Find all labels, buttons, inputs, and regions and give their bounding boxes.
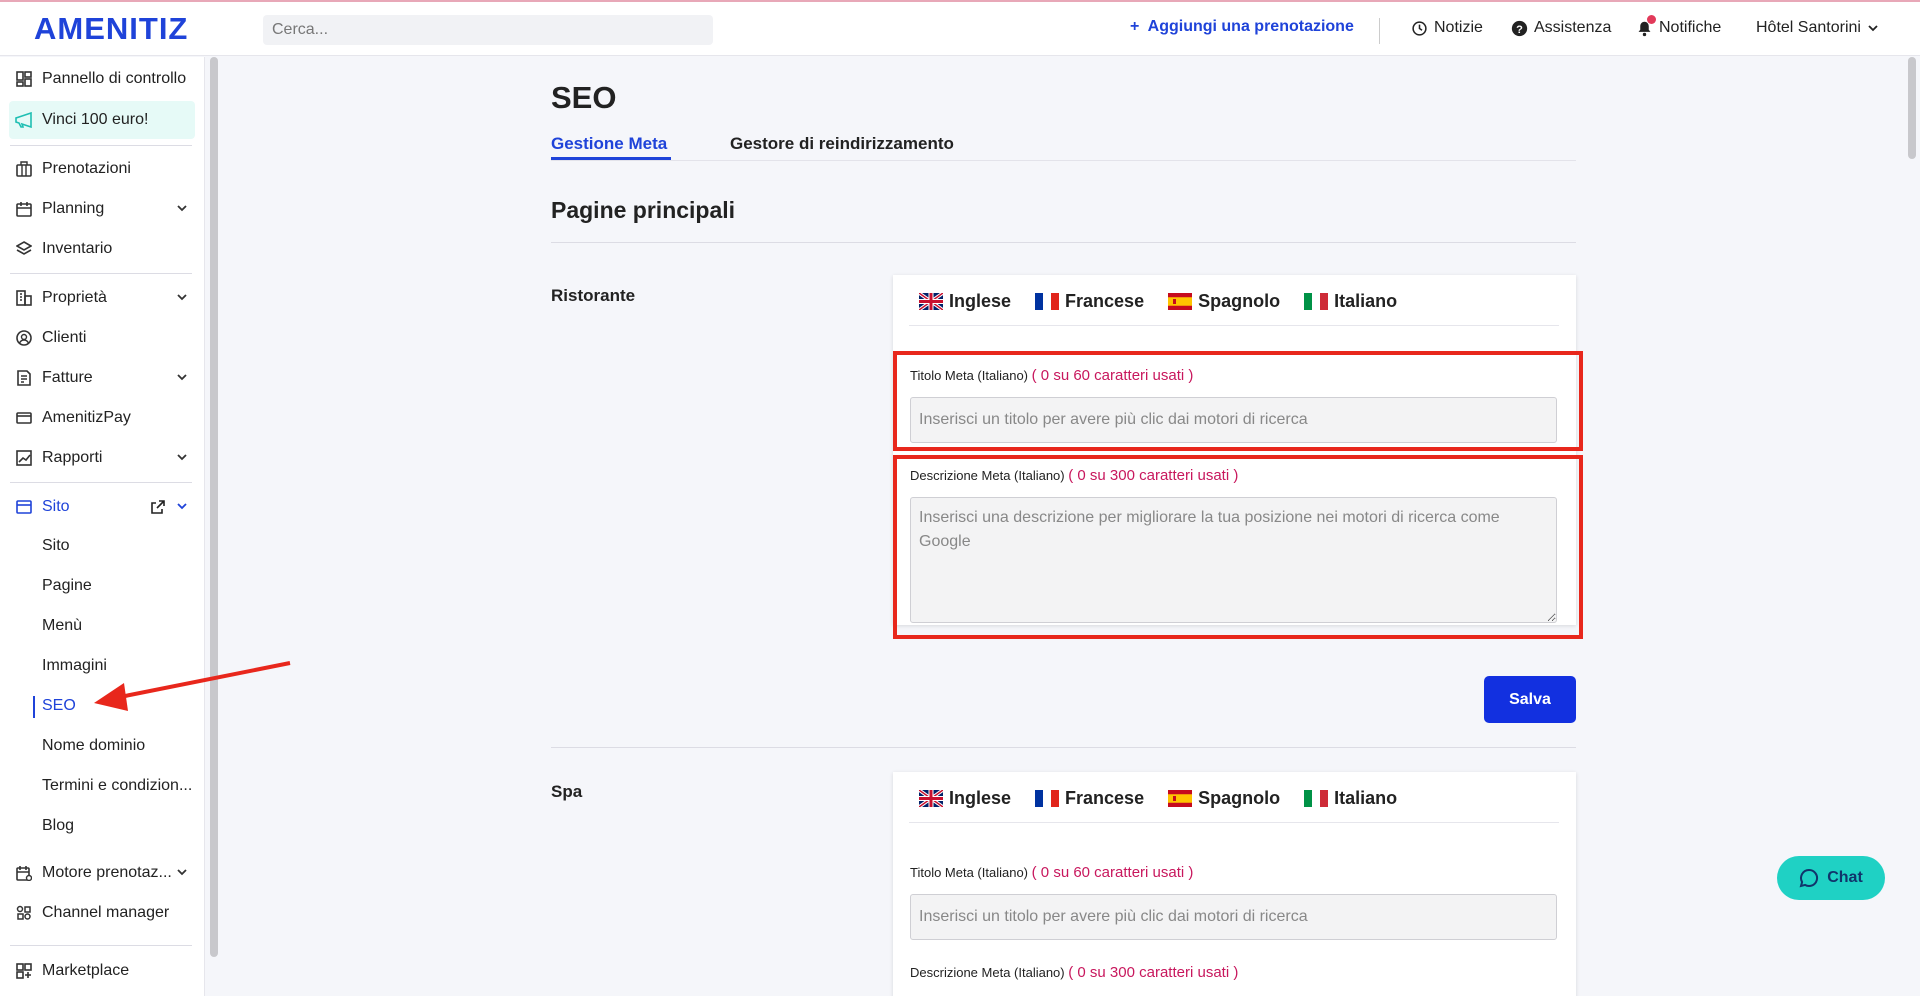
search-input[interactable] [263,15,713,45]
notification-badge [1647,15,1656,24]
italy-flag-icon [1304,293,1329,310]
question-circle-icon: ? [1511,20,1528,36]
booking-engine-icon [14,863,34,883]
tab-meta-management[interactable]: Gestione Meta [551,134,667,154]
header-divider [1379,18,1380,44]
france-flag-icon [1035,790,1060,807]
spain-flag-icon [1168,790,1193,807]
page-scrollbar[interactable] [1908,57,1916,159]
meta-title-counter: ( 0 su 60 caratteri usati ) [1031,864,1194,881]
meta-description-counter: ( 0 su 300 caratteri usati ) [1068,964,1239,981]
spain-flag-icon [1168,293,1193,310]
uk-flag-icon [919,293,943,310]
meta-card-spa: Inglese Francese Spagnolo Italiano Titol… [893,772,1576,996]
tab-lang-italian[interactable]: Italiano [1304,291,1397,312]
tab-lang-spanish[interactable]: Spagnolo [1168,291,1280,312]
svg-text:?: ? [1516,23,1523,35]
language-tabs: Inglese Francese Spagnolo Italiano [919,291,1397,312]
annotation-arrow [94,661,291,711]
sidebar-item-channel-manager[interactable]: Channel manager [14,897,192,929]
hotel-selector[interactable]: Hôtel Santorini [1756,19,1879,37]
tabs-divider [551,160,1576,161]
sidebar-sub-blog[interactable]: Blog [42,817,74,835]
page-title: SEO [551,80,617,115]
language-tabs: Inglese Francese Spagnolo Italiano [919,788,1397,809]
tab-lang-english[interactable]: Inglese [919,291,1011,312]
sidebar-sub-domain[interactable]: Nome dominio [42,737,145,755]
row-divider [551,747,1576,748]
tab-lang-italian[interactable]: Italiano [1304,788,1397,809]
chat-button[interactable]: Chat [1777,856,1885,900]
tab-lang-spanish[interactable]: Spagnolo [1168,788,1280,809]
tab-lang-english[interactable]: Inglese [919,788,1011,809]
channel-icon [14,903,34,923]
tab-lang-french[interactable]: Francese [1035,291,1144,312]
meta-description-label: Descrizione Meta (Italiano) ( 0 su 300 c… [910,964,1239,981]
italy-flag-icon [1304,790,1329,807]
chevron-down-icon [177,869,187,876]
row-label-restaurant: Ristorante [551,286,636,305]
support-link[interactable]: ? Assistenza [1511,19,1611,37]
section-title: Pagine principali [551,197,736,223]
plus-icon: + [1130,18,1140,35]
france-flag-icon [1035,293,1060,310]
highlight-box-title [893,351,1583,451]
history-icon [1412,20,1427,36]
meta-title-label: Titolo Meta (Italiano) ( 0 su 60 caratte… [910,864,1194,881]
meta-title-input[interactable] [910,894,1557,940]
sidebar-item-marketplace[interactable]: Marketplace [14,955,192,987]
news-link[interactable]: Notizie [1411,19,1483,37]
save-button[interactable]: Salva [1484,676,1576,723]
row-label-spa: Spa [551,782,583,801]
add-booking-button[interactable]: + Aggiungi una prenotazione [1130,18,1354,36]
sidebar-sub-terms[interactable]: Termini e condizion... [42,777,192,795]
highlight-box-description [893,455,1583,639]
tab-redirect-manager[interactable]: Gestore di reindirizzamento [730,134,954,154]
chat-bubble-icon [1799,868,1819,888]
uk-flag-icon [919,790,943,807]
tab-lang-french[interactable]: Francese [1035,788,1144,809]
sidebar-item-booking-engine[interactable]: Motore prenotaz... [14,857,192,889]
chevron-down-icon [1868,25,1878,32]
section-divider [551,242,1576,243]
marketplace-icon [14,961,34,981]
